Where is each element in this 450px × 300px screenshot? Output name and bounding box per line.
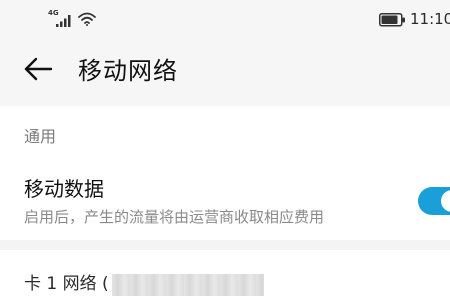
mobile-data-toggle[interactable]	[418, 187, 450, 215]
settings-card-general: 通用 移动数据 启用后，产生的流量将由运营商收取相应费用	[0, 106, 450, 240]
arrow-left-icon	[23, 57, 53, 85]
settings-card-sim: 卡 1 网络 (	[0, 250, 450, 300]
mobile-data-description: 启用后，产生的流量将由运营商收取相应费用	[24, 208, 325, 226]
sim-card-network-title: 卡 1 网络 (	[24, 274, 109, 294]
mobile-data-title: 移动数据	[24, 177, 104, 201]
sim-card-network-row[interactable]: 卡 1 网络 (	[0, 250, 450, 300]
back-button[interactable]	[18, 53, 58, 89]
header: 移动网络	[0, 38, 450, 106]
wifi-icon	[78, 11, 96, 30]
toggle-knob	[441, 190, 450, 212]
status-bar: 4G 11:10	[0, 0, 450, 38]
mobile-data-row[interactable]: 移动数据 启用后，产生的流量将由运营商收取相应费用	[0, 168, 450, 230]
signal-icon	[56, 12, 72, 31]
clock: 11:10	[410, 10, 450, 28]
page-title: 移动网络	[78, 57, 178, 85]
section-label-general: 通用	[24, 127, 57, 146]
battery-icon	[379, 12, 406, 31]
redacted-carrier-name	[112, 274, 264, 296]
